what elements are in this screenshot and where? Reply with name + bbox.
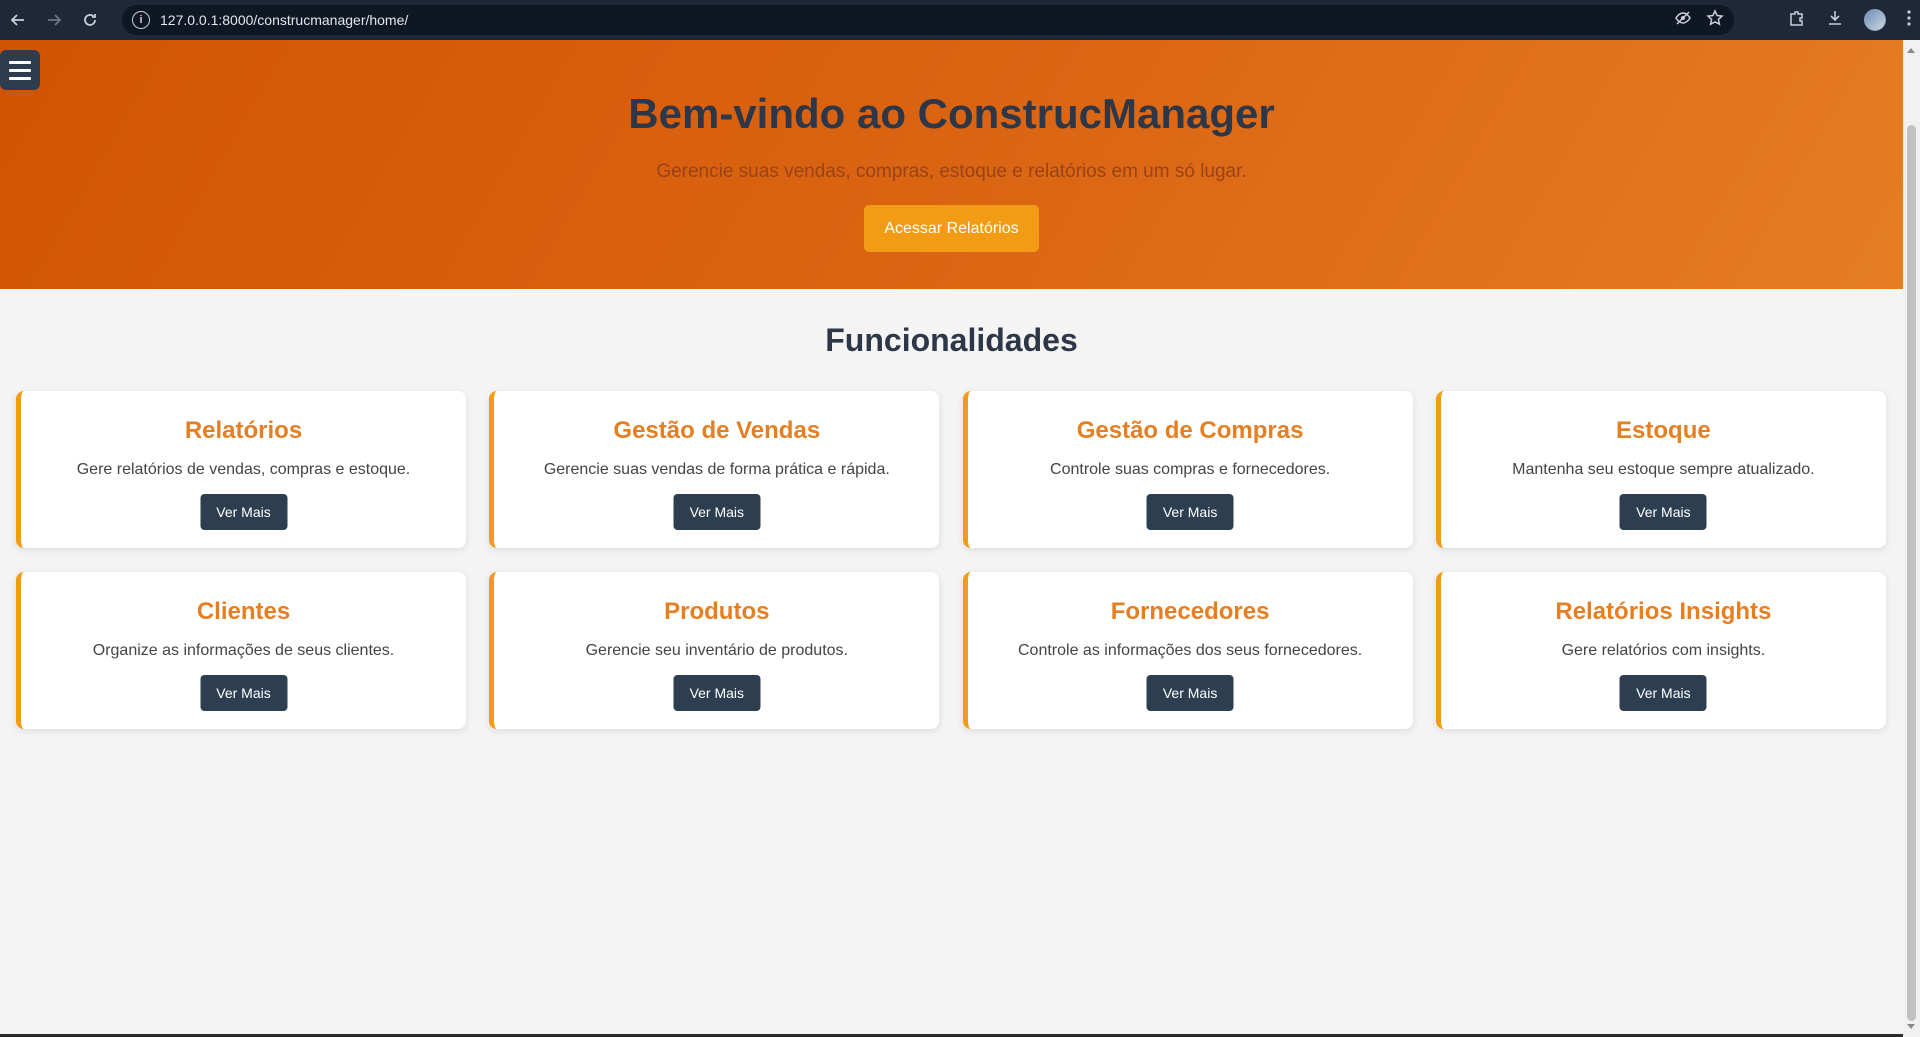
forward-arrow-icon[interactable] <box>36 2 72 38</box>
feature-card-produtos: Produtos Gerencie seu inventário de prod… <box>489 572 940 729</box>
card-description: Gerencie suas vendas de forma prática e … <box>543 461 890 478</box>
back-arrow-icon[interactable] <box>0 2 36 38</box>
card-description: Gere relatórios de vendas, compras e est… <box>76 461 411 478</box>
features-title: Funcionalidades <box>825 322 1078 358</box>
ver-mais-button[interactable]: Ver Mais <box>1146 675 1234 711</box>
menu-line <box>9 60 31 64</box>
card-description: Gerencie seu inventário de produtos. <box>585 642 848 659</box>
extensions-icon[interactable] <box>1788 9 1806 32</box>
profile-avatar[interactable] <box>1864 9 1886 31</box>
menu-line <box>9 68 31 72</box>
access-reports-button[interactable]: Acessar Relatórios <box>864 205 1039 252</box>
card-title: Gestão de Compras <box>1076 417 1304 444</box>
card-title: Gestão de Vendas <box>613 417 821 444</box>
feature-card-relatorios: Relatórios Gere relatórios de vendas, co… <box>16 391 466 548</box>
card-description: Controle as informações dos seus fornece… <box>1018 642 1363 659</box>
page-viewport: Bem-vindo ao ConstrucManager Gerencie su… <box>0 40 1903 1037</box>
feature-card-clientes: Clientes Organize as informações de seus… <box>16 572 466 729</box>
ver-mais-button[interactable]: Ver Mais <box>200 675 287 711</box>
ver-mais-button[interactable]: Ver Mais <box>200 494 287 530</box>
scroll-down-arrow-icon[interactable] <box>1907 1024 1915 1029</box>
bookmark-star-icon[interactable] <box>1706 8 1724 32</box>
ver-mais-button[interactable]: Ver Mais <box>1619 675 1707 711</box>
menu-line <box>9 76 31 80</box>
card-description: Organize as informações de seus clientes… <box>92 642 395 659</box>
card-title: Clientes <box>196 598 291 625</box>
more-menu-icon[interactable] <box>1906 9 1912 32</box>
hamburger-menu-icon[interactable] <box>0 50 40 90</box>
card-title: Fornecedores <box>1110 598 1270 625</box>
eye-off-icon[interactable] <box>1674 9 1692 32</box>
page-scrollbar[interactable] <box>1903 40 1920 1037</box>
feature-card-estoque: Estoque Mantenha seu estoque sempre atua… <box>1435 391 1886 548</box>
hero-banner: Bem-vindo ao ConstrucManager Gerencie su… <box>0 40 1903 289</box>
card-title: Relatórios <box>184 417 303 444</box>
hero-subtitle: Gerencie suas vendas, compras, estoque e… <box>656 161 1247 182</box>
card-description: Gere relatórios com insights. <box>1561 642 1766 659</box>
ver-mais-button[interactable]: Ver Mais <box>1619 494 1707 530</box>
address-bar[interactable]: i 127.0.0.1:8000/construcmanager/home/ <box>122 5 1734 35</box>
feature-card-vendas: Gestão de Vendas Gerencie suas vendas de… <box>489 391 940 548</box>
url-text[interactable]: 127.0.0.1:8000/construcmanager/home/ <box>160 12 408 28</box>
feature-card-fornecedores: Fornecedores Controle as informações dos… <box>962 572 1413 729</box>
browser-toolbar: i 127.0.0.1:8000/construcmanager/home/ <box>0 0 1920 40</box>
scroll-up-arrow-icon[interactable] <box>1907 48 1915 53</box>
feature-card-insights: Relatórios Insights Gere relatórios com … <box>1435 572 1886 729</box>
ver-mais-button[interactable]: Ver Mais <box>1146 494 1234 530</box>
card-title: Relatórios Insights <box>1555 598 1772 625</box>
card-title: Produtos <box>664 598 770 625</box>
scrollbar-thumb[interactable] <box>1907 125 1916 1021</box>
feature-card-compras: Gestão de Compras Controle suas compras … <box>962 391 1413 548</box>
ver-mais-button[interactable]: Ver Mais <box>673 675 761 711</box>
card-title: Estoque <box>1616 417 1711 444</box>
card-description: Controle suas compras e fornecedores. <box>1050 461 1331 478</box>
site-info-icon[interactable]: i <box>132 11 150 29</box>
features-grid: Relatórios Gere relatórios de vendas, co… <box>16 391 1886 729</box>
ver-mais-button[interactable]: Ver Mais <box>673 494 761 530</box>
reload-icon[interactable] <box>72 2 108 38</box>
hero-title: Bem-vindo ao ConstrucManager <box>628 90 1275 137</box>
card-description: Mantenha seu estoque sempre atualizado. <box>1512 461 1815 478</box>
download-icon[interactable] <box>1826 9 1844 32</box>
